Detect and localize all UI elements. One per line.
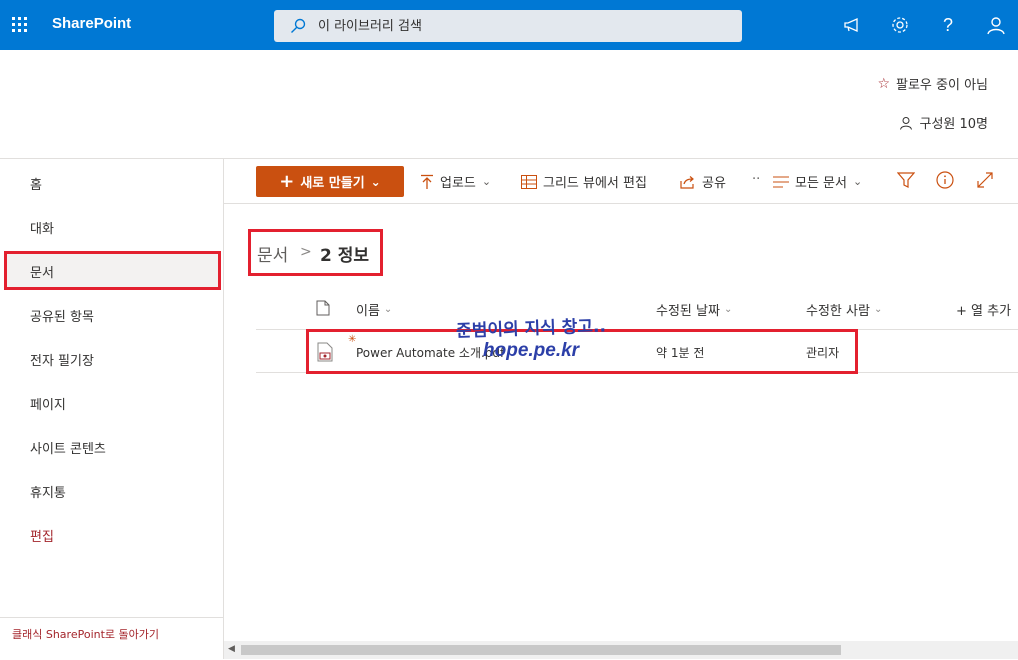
- column-modified-by[interactable]: 수정한 사람 ⌄: [806, 300, 882, 319]
- person-icon[interactable]: [984, 13, 1008, 37]
- command-bar: + 새로 만들기 ⌄ 업로드 ⌄ 그리드 뷰에서 편집 공유 ·· 모든 문서 …: [224, 158, 1018, 204]
- search-icon: [291, 18, 306, 33]
- view-label: 모든 문서: [795, 176, 847, 191]
- column-name[interactable]: 이름 ⌄: [356, 300, 392, 319]
- column-modified-label: 수정된 날짜: [656, 304, 720, 319]
- filter-icon[interactable]: [896, 171, 916, 193]
- scroll-left-icon[interactable]: ◀: [228, 644, 235, 654]
- nav-item-notebook[interactable]: 전자 필기장: [30, 350, 94, 369]
- scrollbar-thumb[interactable]: [241, 645, 841, 655]
- search-box[interactable]: [274, 10, 742, 42]
- chevron-down-icon: ⌄: [873, 304, 883, 315]
- classic-sharepoint-link[interactable]: 클래식 SharePoint로 돌아가기: [0, 617, 223, 660]
- suite-bar: SharePoint ?: [0, 0, 1018, 50]
- column-name-label: 이름: [356, 304, 380, 319]
- info-icon[interactable]: [936, 171, 954, 193]
- chevron-down-icon: ⌄: [383, 304, 393, 315]
- breadcrumb-current: 2 정보: [320, 246, 370, 266]
- upload-icon: [421, 174, 433, 189]
- members-button[interactable]: 구성원 10명: [899, 113, 988, 132]
- follow-label: 팔로우 중이 아님: [896, 78, 988, 93]
- column-modified[interactable]: 수정된 날짜 ⌄: [656, 300, 732, 319]
- search-input[interactable]: [318, 16, 718, 36]
- upload-label: 업로드: [440, 176, 476, 191]
- nav-item-documents[interactable]: 문서: [30, 262, 54, 281]
- more-button[interactable]: ··: [752, 172, 760, 187]
- list-header: 이름 ⌄ 수정된 날짜 ⌄ 수정한 사람 ⌄ + 열 추가: [256, 288, 1018, 330]
- plus-icon: +: [279, 171, 295, 192]
- new-button[interactable]: + 새로 만들기 ⌄: [256, 166, 404, 197]
- left-nav: 홈 대화 문서 공유된 항목 전자 필기장 페이지 사이트 콘텐츠 휴지통 편집…: [0, 158, 224, 659]
- members-label: 구성원 10명: [919, 117, 988, 132]
- person-outline-icon: [900, 116, 913, 130]
- share-icon: [680, 175, 694, 189]
- nav-edit-link[interactable]: 편집: [30, 526, 54, 545]
- gear-icon[interactable]: [888, 13, 912, 37]
- nav-item-conversations[interactable]: 대화: [30, 218, 54, 237]
- add-column-button[interactable]: + 열 추가: [956, 300, 1011, 319]
- list-view-icon: [773, 176, 789, 187]
- watermark-url: hope.pe.kr: [483, 340, 580, 361]
- view-switcher[interactable]: 모든 문서 ⌄: [773, 172, 862, 191]
- more-icon: ··: [752, 172, 761, 187]
- nav-item-home[interactable]: 홈: [30, 174, 42, 193]
- new-label: 새로 만들기: [300, 176, 365, 191]
- follow-button[interactable]: ☆ 팔로우 중이 아님: [877, 74, 988, 94]
- watermark-text: 준범이의 지식 창고..: [455, 316, 607, 342]
- chevron-down-icon: ⌄: [723, 304, 733, 315]
- share-button[interactable]: 공유: [680, 172, 726, 191]
- nav-item-site-contents[interactable]: 사이트 콘텐츠: [30, 438, 106, 457]
- megaphone-icon[interactable]: [840, 13, 864, 37]
- chevron-down-icon: ⌄: [852, 175, 863, 188]
- share-label: 공유: [702, 176, 726, 191]
- grid-edit-label: 그리드 뷰에서 편집: [543, 176, 647, 191]
- upload-button[interactable]: 업로드 ⌄: [420, 172, 491, 191]
- grid-icon: [521, 174, 537, 189]
- star-icon: ☆: [877, 75, 890, 92]
- help-icon[interactable]: ?: [936, 13, 960, 37]
- chevron-down-icon: ⌄: [370, 174, 381, 189]
- nav-item-pages[interactable]: 페이지: [30, 394, 66, 413]
- breadcrumb-root[interactable]: 문서: [257, 241, 288, 266]
- chevron-right-icon: >: [300, 244, 312, 260]
- app-name[interactable]: SharePoint: [52, 15, 131, 32]
- chevron-down-icon: ⌄: [481, 175, 492, 188]
- horizontal-scrollbar[interactable]: ◀: [224, 641, 1018, 659]
- file-type-icon[interactable]: [316, 300, 330, 316]
- grid-edit-button[interactable]: 그리드 뷰에서 편집: [521, 172, 647, 191]
- expand-icon[interactable]: [976, 171, 994, 193]
- nav-item-recycle-bin[interactable]: 휴지통: [30, 482, 66, 501]
- column-modified-by-label: 수정한 사람: [806, 304, 870, 319]
- waffle-icon[interactable]: [10, 15, 30, 35]
- nav-item-shared[interactable]: 공유된 항목: [30, 306, 94, 325]
